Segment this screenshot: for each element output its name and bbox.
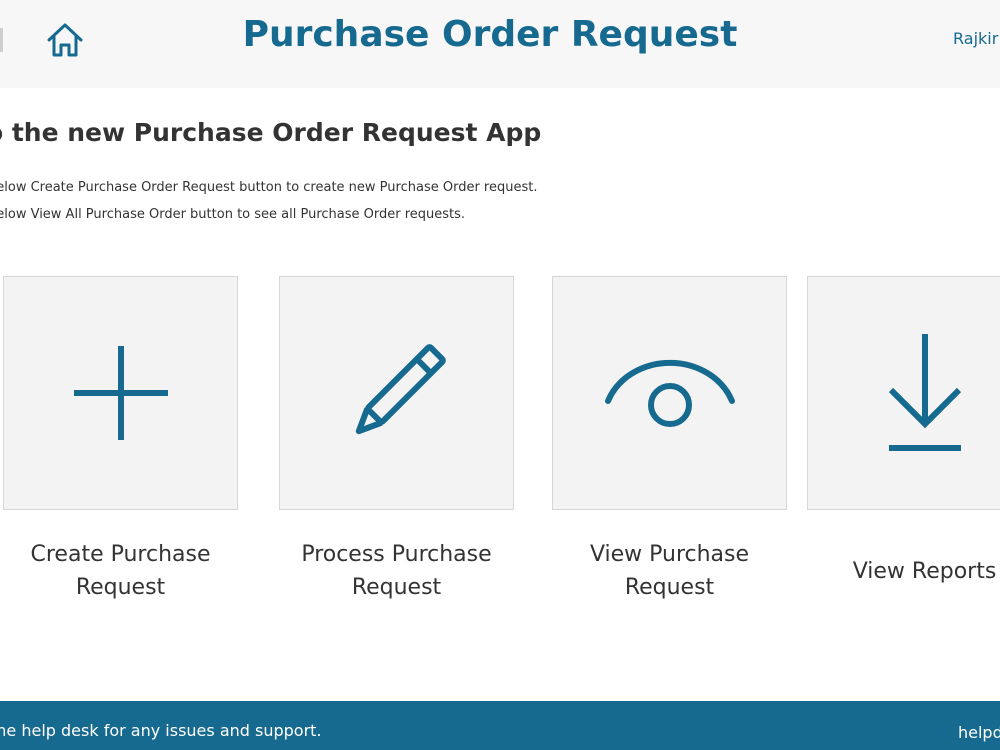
eye-icon xyxy=(604,359,735,427)
view-purchase-request-button[interactable] xyxy=(552,276,787,510)
process-purchase-request-button[interactable] xyxy=(279,276,514,510)
tile-label-create: Create Purchase Request xyxy=(30,542,211,600)
tile-label-view: View Purchase Request xyxy=(589,542,750,600)
app-header: Purchase Order Request Rajkir xyxy=(0,0,1000,88)
instruction-view: below View All Purchase Order button to … xyxy=(0,207,466,222)
tile-label-process: Process Purchase Request xyxy=(301,542,492,600)
pencil-icon xyxy=(355,344,446,435)
create-purchase-request-tile[interactable]: Create Purchase Request xyxy=(3,276,238,606)
download-icon xyxy=(888,334,961,451)
tile-label-reports: View Reports xyxy=(852,558,997,584)
view-purchase-request-tile[interactable]: View Purchase Request xyxy=(552,276,787,606)
footer-help-text: the help desk for any issues and support… xyxy=(0,721,322,740)
view-reports-tile[interactable]: View Reports xyxy=(807,276,1000,606)
create-purchase-request-button[interactable] xyxy=(3,276,238,510)
plus-icon xyxy=(73,346,168,440)
process-purchase-request-tile[interactable]: Process Purchase Request xyxy=(279,276,514,606)
instruction-create: below Create Purchase Order Request butt… xyxy=(0,180,538,195)
helpdesk-link[interactable]: helpd xyxy=(958,723,1000,742)
user-name[interactable]: Rajkir xyxy=(953,29,998,48)
app-footer: the help desk for any issues and support… xyxy=(0,701,1000,750)
page-title: Purchase Order Request xyxy=(242,14,738,55)
view-reports-button[interactable] xyxy=(807,276,1000,510)
welcome-heading: to the new Purchase Order Request App xyxy=(0,118,542,147)
